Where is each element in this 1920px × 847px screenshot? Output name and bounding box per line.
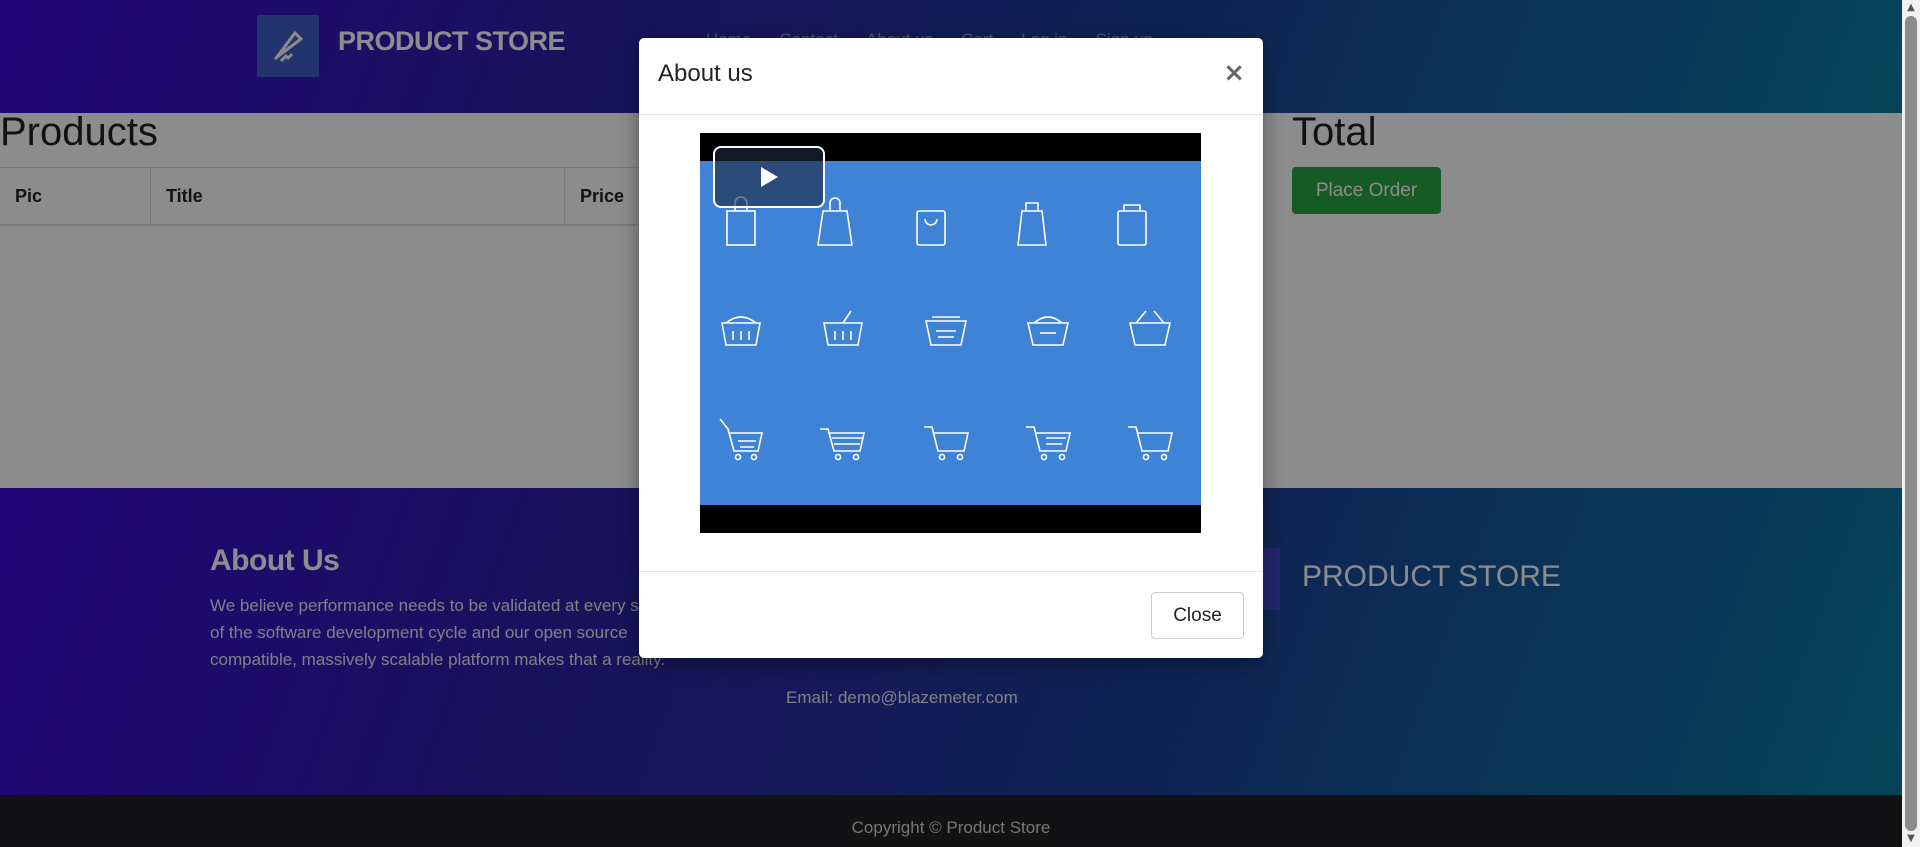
basket-icon [1026, 316, 1070, 346]
page-scrollbar[interactable]: ▲ ▼ [1902, 0, 1920, 847]
shopping-bag-icon [1017, 202, 1047, 246]
scroll-thumb[interactable] [1905, 16, 1917, 831]
basket-icon [925, 316, 967, 346]
shopping-bag-icon [916, 210, 946, 246]
play-icon [761, 167, 778, 187]
shopping-cart-icon [820, 428, 865, 461]
video-frame[interactable] [700, 161, 1201, 505]
basket-icon [721, 316, 761, 346]
scroll-up-arrow-icon[interactable]: ▲ [1905, 2, 1917, 14]
shopping-cart-icon [1026, 426, 1071, 461]
modal-header: About us × [639, 38, 1263, 115]
shopping-icons-grid [719, 196, 1173, 461]
shopping-cart-icon [719, 418, 763, 461]
scroll-down-arrow-icon[interactable]: ▼ [1905, 833, 1917, 845]
about-us-modal: About us × Close [639, 38, 1263, 658]
modal-close-x-icon[interactable]: × [1223, 58, 1245, 88]
shopping-cart-icon [1128, 426, 1173, 461]
basket-icon [1128, 310, 1172, 346]
about-video-player[interactable] [700, 133, 1201, 533]
basket-icon [823, 310, 863, 346]
modal-close-button[interactable]: Close [1151, 592, 1244, 639]
modal-footer: Close [639, 571, 1263, 658]
modal-title: About us [658, 60, 753, 87]
video-play-button[interactable] [713, 146, 825, 208]
shopping-bag-icon [1117, 204, 1147, 246]
shopping-cart-icon [924, 426, 969, 461]
